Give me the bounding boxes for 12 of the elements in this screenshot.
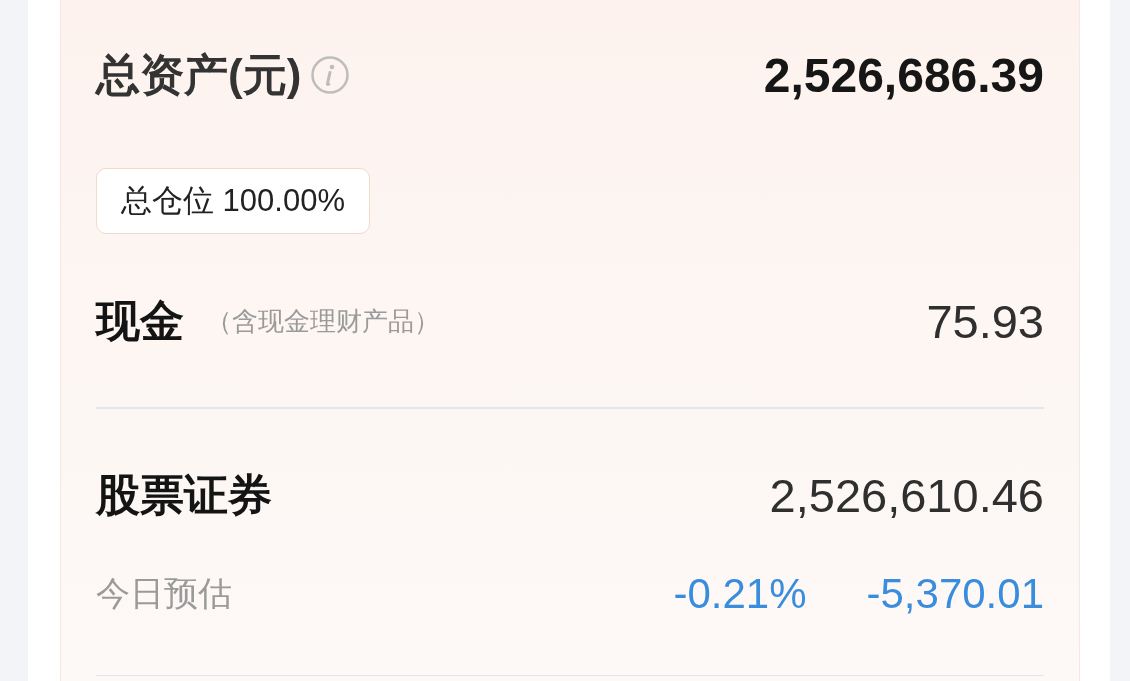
info-icon[interactable] (311, 56, 350, 94)
holding-value: 75.93 (926, 293, 1044, 349)
change-percent: -0.21% (673, 569, 807, 618)
holding-note: （含现金理财产品） (206, 304, 440, 338)
holding-value: 2,526,610.46 (769, 468, 1044, 523)
estimate-label: 今日预估 (96, 572, 232, 614)
holding-name: 股票证券 (96, 469, 272, 521)
total-assets-label: 总资产(元) (96, 48, 302, 101)
holding-name: 现金 (96, 294, 184, 347)
total-assets-value: 2,526,686.39 (763, 47, 1044, 103)
change-amount: -5,370.01 (866, 569, 1044, 618)
position-badge: 总仓位 100.00% (96, 168, 370, 234)
